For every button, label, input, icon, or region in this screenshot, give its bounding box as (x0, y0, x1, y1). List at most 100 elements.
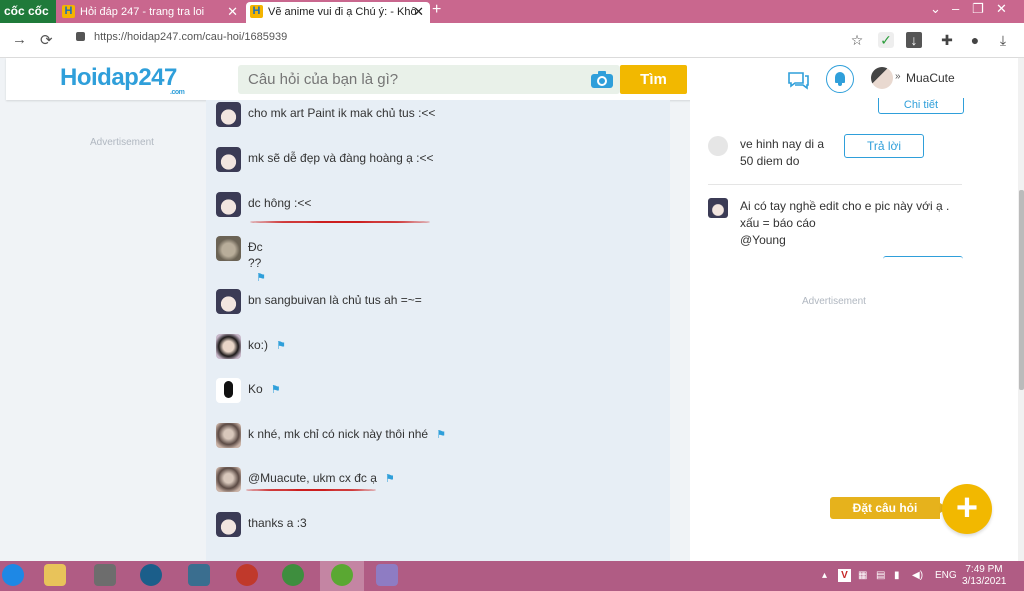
comment-text-row: @Muacute, ukm cx đc ạ ⚑ (248, 471, 395, 485)
download-box-icon[interactable]: ↓ (906, 32, 922, 48)
media-player-icon[interactable] (140, 564, 162, 586)
site-logo[interactable]: Hoidap247 .com (60, 64, 185, 96)
scrollbar-thumb[interactable] (1019, 190, 1024, 390)
report-flag-icon[interactable]: ⚑ (276, 339, 286, 352)
report-flag-icon[interactable]: ⚑ (436, 428, 446, 441)
file-explorer-icon[interactable] (44, 564, 66, 586)
question-line: @Young (740, 233, 786, 247)
question-line: Ai có tay nghề edit cho e pic này với ạ … (740, 199, 950, 213)
internet-explorer-icon[interactable] (2, 564, 24, 586)
tab-hoidap-trang-tra-loi[interactable]: H Hỏi đáp 247 - trang tra loi ✕ (58, 2, 244, 23)
movie-maker-icon[interactable] (188, 564, 210, 586)
question-avatar (708, 198, 728, 218)
question-avatar (708, 136, 728, 156)
tab-close-icon[interactable]: ✕ (413, 2, 424, 22)
lock-icon (76, 32, 85, 41)
comment-avatar[interactable] (216, 192, 241, 217)
address-bar: → ⟳ https://hoidap247.com/cau-hoi/168593… (0, 23, 1024, 58)
comment-avatar[interactable] (216, 378, 241, 403)
hoidap-favicon-icon: H (250, 5, 263, 18)
site-header: Hoidap247 .com Tìm » MuaCute (6, 58, 1018, 100)
display-tray-icon[interactable]: ▤ (876, 570, 885, 581)
windows-taskbar: ▴ V ▦ ▤ ▮ ◀) ENG 7:49 PM 3/13/2021 (0, 561, 1024, 591)
comment-avatar[interactable] (216, 236, 241, 261)
comment-text: Đc (248, 240, 263, 254)
search-tabs-icon[interactable]: ⌄ (930, 1, 941, 17)
chat-icon[interactable] (787, 69, 809, 91)
bookmark-star-icon[interactable]: ☆ (849, 32, 865, 48)
report-flag-icon[interactable]: ⚑ (385, 472, 395, 485)
downloads-icon[interactable]: ⤓ (995, 32, 1011, 48)
comment-avatar[interactable] (216, 467, 241, 492)
volume-icon[interactable]: ◀) (912, 570, 923, 581)
question-item[interactable]: ve hinh nay di a 50 diem do Trả lời (708, 134, 968, 196)
search-input[interactable] (238, 65, 578, 94)
detail-button[interactable]: Chi tiết (878, 98, 964, 114)
username[interactable]: MuaCute (906, 71, 955, 85)
chevron-down-icon[interactable]: » (895, 71, 901, 82)
comment-avatar[interactable] (216, 512, 241, 537)
tab-title: Hỏi đáp 247 - trang tra loi (80, 6, 205, 18)
tab-close-icon[interactable]: ✕ (227, 2, 238, 22)
question-item[interactable]: Ai có tay nghề edit cho e pic này với ạ … (708, 198, 968, 258)
comment-text: dc hông :<< (248, 196, 312, 210)
logo-suffix: .com (170, 89, 185, 96)
taskbar-clock[interactable]: 7:49 PM 3/13/2021 (962, 564, 1007, 588)
comment-text: cho mk art Paint ik mak chủ tus :<< (248, 106, 436, 120)
coccoc-browser-icon[interactable] (331, 564, 353, 586)
red-underline-annotation (246, 489, 376, 491)
advertisement-label: Advertisement (802, 296, 866, 307)
comment-avatar[interactable] (216, 147, 241, 172)
question-text: ve hinh nay di a 50 diem do (740, 136, 824, 170)
extensions-icon[interactable]: ✚ (939, 32, 955, 48)
advertisement-label: Advertisement (90, 137, 154, 148)
reply-button-edge[interactable] (883, 256, 963, 259)
input-language[interactable]: ENG (935, 570, 957, 581)
new-tab-button[interactable]: + (432, 1, 441, 19)
divider (708, 184, 962, 185)
comment-text: thanks a :3 (248, 516, 307, 530)
url-field[interactable]: https://hoidap247.com/cau-hoi/1685939 (94, 31, 287, 43)
comment-text-line2: ??⚑ (248, 256, 266, 284)
report-flag-icon[interactable]: ⚑ (256, 271, 266, 284)
question-line: xấu = báo cáo (740, 216, 816, 230)
user-avatar[interactable] (871, 67, 893, 89)
comments-panel: cho mk art Paint ik mak chủ tus :<< mk s… (206, 100, 670, 561)
comment-text-row: k nhé, mk chỉ có nick này thôi nhé ⚑ (248, 427, 446, 441)
close-window-icon[interactable]: ✕ (996, 1, 1007, 17)
comment-avatar[interactable] (216, 334, 241, 359)
forward-icon[interactable]: → (12, 31, 27, 48)
comment-text: k nhé, mk chỉ có nick này thôi nhé (248, 427, 429, 441)
keyboard-tray-icon[interactable]: ▦ (858, 570, 867, 581)
report-flag-icon[interactable]: ⚑ (271, 383, 281, 396)
signal-tray-icon[interactable]: ▮ (894, 570, 900, 581)
reload-icon[interactable]: ⟳ (40, 31, 53, 49)
logo-text: Hoidap247 (60, 64, 177, 91)
comment-text: Ko (248, 382, 263, 396)
tray-expand-icon[interactable]: ▴ (822, 570, 827, 581)
comment-avatar[interactable] (216, 289, 241, 314)
camera-icon[interactable] (590, 70, 614, 89)
reply-button[interactable]: Trả lời (844, 134, 924, 158)
browser-logo[interactable]: cốc cốc (0, 0, 56, 23)
translate-icon[interactable]: ✓ (878, 32, 894, 48)
notification-bell-icon[interactable] (826, 65, 854, 93)
music-app-icon[interactable] (282, 564, 304, 586)
restore-icon[interactable]: ❐ (972, 1, 984, 17)
comment-avatar[interactable] (216, 423, 241, 448)
hoidap-favicon-icon: H (62, 5, 75, 18)
v-tray-icon[interactable]: V (838, 569, 851, 582)
ask-question-plus-button[interactable]: + (942, 484, 992, 534)
tab-ve-anime[interactable]: H Vẽ anime vui đi ạ Chú ý: - Khô ✕ (246, 2, 430, 23)
question-line: 50 diem do (740, 154, 800, 168)
minimize-icon[interactable]: – (952, 1, 959, 16)
profile-icon[interactable]: ● (967, 32, 983, 48)
record-app-icon[interactable] (236, 564, 258, 586)
comment-avatar[interactable] (216, 102, 241, 127)
ask-question-label[interactable]: Đặt câu hỏi (830, 497, 948, 519)
question-line: ve hinh nay di a (740, 137, 825, 151)
scanner-icon[interactable] (94, 564, 116, 586)
comment-text-row: Ko ⚑ (248, 382, 281, 396)
paint-icon[interactable] (376, 564, 398, 586)
search-button[interactable]: Tìm (620, 65, 687, 94)
